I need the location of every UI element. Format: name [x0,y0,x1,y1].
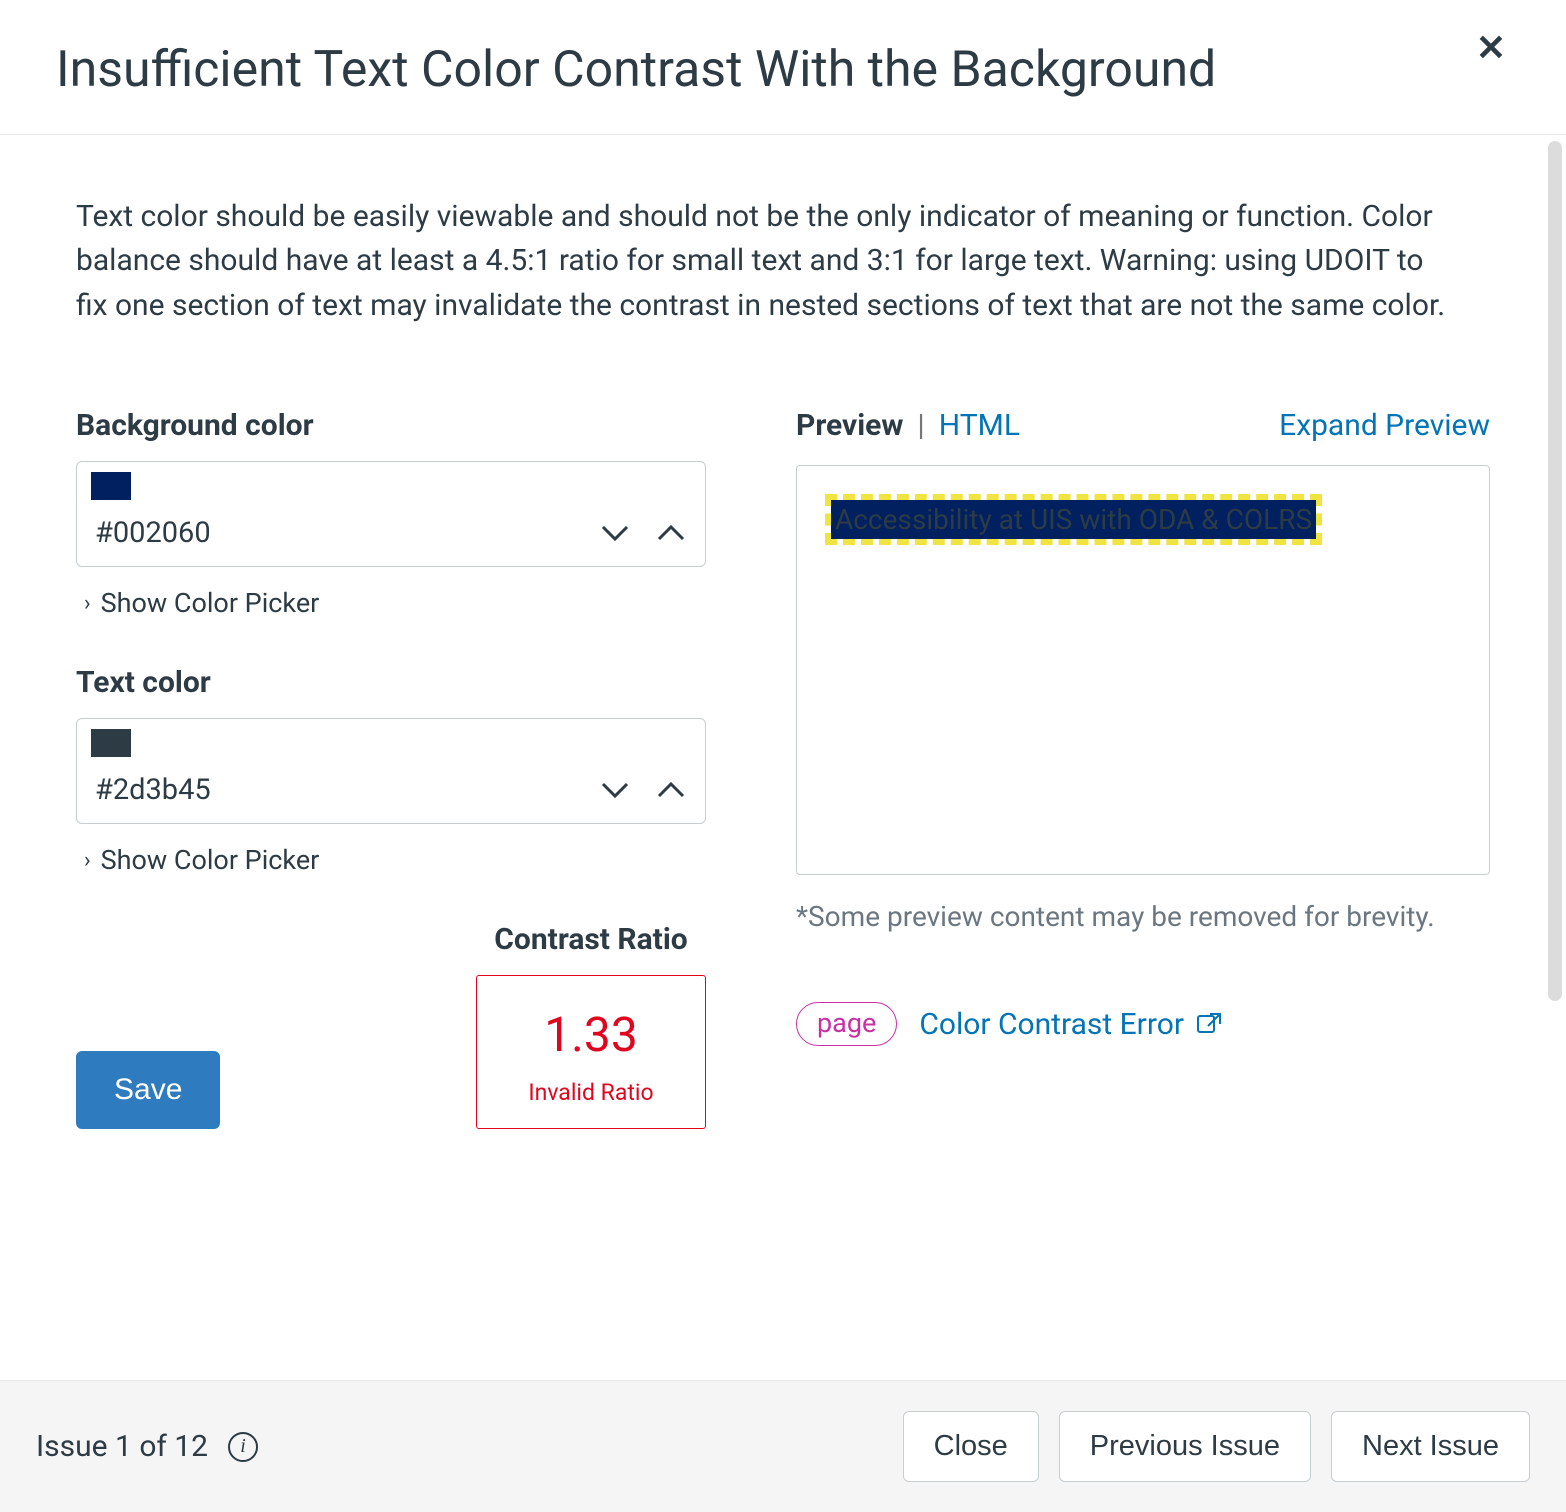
error-link-label: Color Contrast Error [919,1007,1184,1042]
expand-preview-link[interactable]: Expand Preview [1279,408,1490,443]
background-color-stepper [599,523,687,543]
chevron-up-icon[interactable] [655,523,687,543]
preview-note: *Some preview content may be removed for… [796,897,1490,936]
footer-actions: Close Previous Issue Next Issue [903,1411,1530,1482]
info-icon[interactable]: i [228,1432,258,1462]
save-contrast-row: Save Contrast Ratio 1.33 Invalid Ratio [76,922,706,1129]
modal-body-scroll[interactable]: Text color should be easily viewable and… [0,135,1566,1380]
issue-description: Text color should be easily viewable and… [76,195,1456,328]
external-link-icon [1196,1007,1222,1042]
modal-title: Insufficient Text Color Contrast With th… [56,40,1216,100]
chevron-down-icon[interactable] [599,523,631,543]
text-color-group: Text color [76,665,706,876]
modal-footer: Issue 1 of 12 i Close Previous Issue Nex… [0,1380,1566,1512]
close-button[interactable]: Close [903,1411,1039,1482]
contrast-label: Contrast Ratio [476,922,706,957]
text-picker-toggle[interactable]: › Show Color Picker [84,844,706,876]
picker-toggle-label: Show Color Picker [101,587,320,619]
text-color-swatch [91,729,131,757]
background-color-label: Background color [76,408,706,443]
preview-column: Preview | HTML Expand Preview Accessibil… [796,408,1490,1129]
preview-tabs: Preview | HTML [796,408,1020,443]
next-issue-button[interactable]: Next Issue [1331,1411,1530,1482]
background-color-field [76,461,706,567]
contrast-value-box: 1.33 Invalid Ratio [476,975,706,1129]
tab-preview[interactable]: Preview [796,408,903,443]
chevron-down-icon[interactable] [599,780,631,800]
issue-counter: Issue 1 of 12 i [36,1429,258,1464]
background-picker-toggle[interactable]: › Show Color Picker [84,587,706,619]
background-color-group: Background color [76,408,706,619]
page-pill: page [796,1002,897,1046]
issue-counter-text: Issue 1 of 12 [36,1429,208,1464]
background-color-input[interactable] [95,516,599,550]
text-color-label: Text color [76,665,706,700]
content-columns: Background color [76,408,1490,1129]
close-icon[interactable]: ✕ [1476,30,1506,66]
chevron-right-icon: › [84,591,91,616]
tag-row: page Color Contrast Error [796,1002,1490,1046]
text-color-field [76,718,706,824]
form-column: Background color [76,408,706,1129]
modal-header: Insufficient Text Color Contrast With th… [0,0,1566,135]
tab-separator: | [917,408,924,443]
chevron-up-icon[interactable] [655,780,687,800]
preview-header: Preview | HTML Expand Preview [796,408,1490,443]
color-contrast-error-link[interactable]: Color Contrast Error [919,1007,1222,1042]
modal-body: Text color should be easily viewable and… [0,135,1566,1169]
contrast-value: 1.33 [544,1006,638,1063]
contrast-status: Invalid Ratio [528,1079,653,1106]
text-color-input[interactable] [95,773,599,807]
contrast-ratio-box: Contrast Ratio 1.33 Invalid Ratio [476,922,706,1129]
chevron-right-icon: › [84,848,91,873]
preview-sample-text: Accessibility at UIS with ODA & COLRS [831,500,1316,539]
picker-toggle-label: Show Color Picker [101,844,320,876]
save-button[interactable]: Save [76,1051,220,1129]
previous-issue-button[interactable]: Previous Issue [1059,1411,1311,1482]
background-color-swatch [91,472,131,500]
preview-highlight: Accessibility at UIS with ODA & COLRS [825,494,1322,545]
preview-box: Accessibility at UIS with ODA & COLRS [796,465,1490,875]
text-color-stepper [599,780,687,800]
modal-dialog: Insufficient Text Color Contrast With th… [0,0,1566,1512]
scrollbar-thumb[interactable] [1548,141,1562,1001]
tab-html[interactable]: HTML [939,408,1020,443]
